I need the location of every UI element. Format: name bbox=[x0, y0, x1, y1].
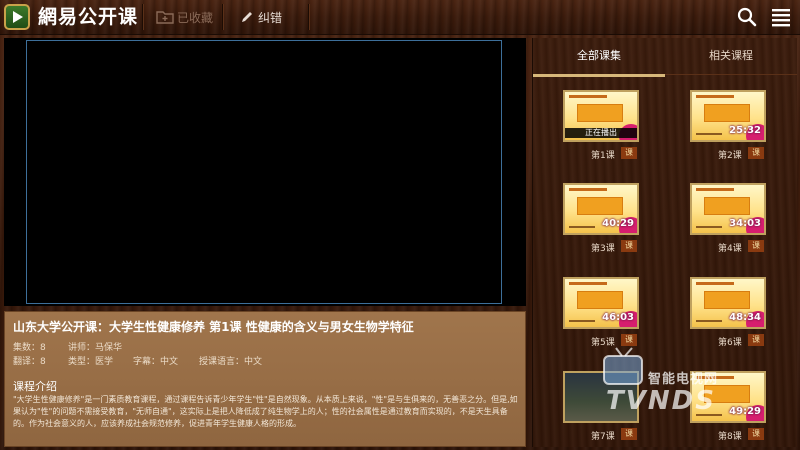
lesson-duration: 46:03 bbox=[602, 312, 634, 323]
lesson-duration: 40:29 bbox=[602, 218, 634, 229]
lesson-thumbnail: 46:03 bbox=[563, 277, 639, 329]
app-title: 網易公开课 bbox=[38, 6, 139, 28]
watermark-text: 智能电视网 bbox=[648, 372, 719, 387]
course-type: 类型：医学 bbox=[68, 357, 114, 367]
lesson-label: 第2课 bbox=[718, 151, 742, 161]
lesson-duration: 48:34 bbox=[729, 312, 761, 323]
lesson-card-6[interactable]: 48:34 第6课 课 bbox=[690, 277, 780, 349]
lesson-badge: 课 bbox=[621, 240, 637, 252]
lesson-thumbnail: 正在播出 bbox=[563, 90, 639, 142]
app-screen: { "app": { "title": "網易公开课", "favorite_l… bbox=[0, 0, 800, 450]
episode-count: 集数：8 bbox=[13, 343, 46, 353]
menu-icon[interactable] bbox=[770, 6, 792, 28]
lesson-label: 第3课 bbox=[591, 244, 615, 254]
lecturer: 讲师：马保华 bbox=[68, 343, 123, 353]
search-icon[interactable] bbox=[736, 6, 758, 28]
intro-text: "大学生性健康修养"是一门素质教育课程，通过课程告诉青少年学生"性"是自然现象。… bbox=[13, 395, 518, 428]
tab-all-lessons[interactable]: 全部课集 bbox=[533, 38, 665, 77]
divider bbox=[142, 4, 144, 30]
lesson-duration: 34:03 bbox=[729, 218, 761, 229]
favorite-label: 已收藏 bbox=[177, 10, 214, 25]
video-player[interactable] bbox=[4, 38, 526, 306]
lesson-badge: 课 bbox=[621, 428, 637, 440]
favorite-button[interactable]: 已收藏 bbox=[156, 6, 213, 28]
divider bbox=[308, 4, 310, 30]
lesson-card-3[interactable]: 40:29 第3课 课 bbox=[563, 183, 653, 255]
lesson-card-1[interactable]: 正在播出 第1课 课 bbox=[563, 90, 653, 162]
play-logo-icon[interactable] bbox=[4, 4, 30, 30]
course-info-panel: 山东大学公开课：大学生性健康修养 第1课 性健康的含义与男女生物学特征 集数：8… bbox=[4, 311, 526, 447]
watermark: 智能电视网 TVNDS bbox=[598, 346, 778, 416]
now-playing-label: 正在播出 bbox=[565, 128, 637, 138]
lesson-thumbnail: 34:03 bbox=[690, 183, 766, 235]
pencil-icon bbox=[242, 12, 252, 22]
lesson-label: 第7课 bbox=[591, 432, 615, 442]
lesson-card-5[interactable]: 46:03 第5课 课 bbox=[563, 277, 653, 349]
correct-label: 纠错 bbox=[258, 10, 283, 25]
folder-icon bbox=[156, 11, 174, 24]
correct-button[interactable]: 纠错 bbox=[240, 6, 282, 28]
lesson-badge: 课 bbox=[748, 428, 764, 440]
lesson-badge: 课 bbox=[748, 147, 764, 159]
top-bar: 網易公开课 已收藏 纠错 bbox=[0, 0, 800, 35]
subtitle-lang: 字幕：中文 bbox=[133, 357, 179, 367]
lesson-badge: 课 bbox=[621, 147, 637, 159]
lesson-duration: 25:32 bbox=[729, 125, 761, 136]
course-title: 山东大学公开课：大学生性健康修养 第1课 性健康的含义与男女生物学特征 bbox=[13, 320, 414, 334]
lesson-label: 第8课 bbox=[718, 432, 742, 442]
lesson-card-2[interactable]: 25:32 第2课 课 bbox=[690, 90, 780, 162]
lesson-thumbnail: 48:34 bbox=[690, 277, 766, 329]
lesson-label: 第1课 bbox=[591, 151, 615, 161]
divider bbox=[222, 4, 224, 30]
translated-count: 翻译：8 bbox=[13, 357, 46, 367]
lesson-label: 第4课 bbox=[718, 244, 742, 254]
intro-heading: 课程介绍 bbox=[13, 380, 57, 393]
lesson-badge: 课 bbox=[748, 334, 764, 346]
teaching-lang: 授课语言：中文 bbox=[199, 357, 263, 367]
video-frame bbox=[26, 40, 502, 304]
lesson-badge: 课 bbox=[748, 240, 764, 252]
tab-related-courses[interactable]: 相关课程 bbox=[665, 38, 797, 75]
watermark-brand: TVNDS bbox=[606, 386, 716, 416]
lesson-card-4[interactable]: 34:03 第4课 课 bbox=[690, 183, 780, 255]
lesson-thumbnail: 40:29 bbox=[563, 183, 639, 235]
lesson-thumbnail: 25:32 bbox=[690, 90, 766, 142]
tv-icon bbox=[603, 347, 643, 385]
lesson-badge: 课 bbox=[621, 334, 637, 346]
